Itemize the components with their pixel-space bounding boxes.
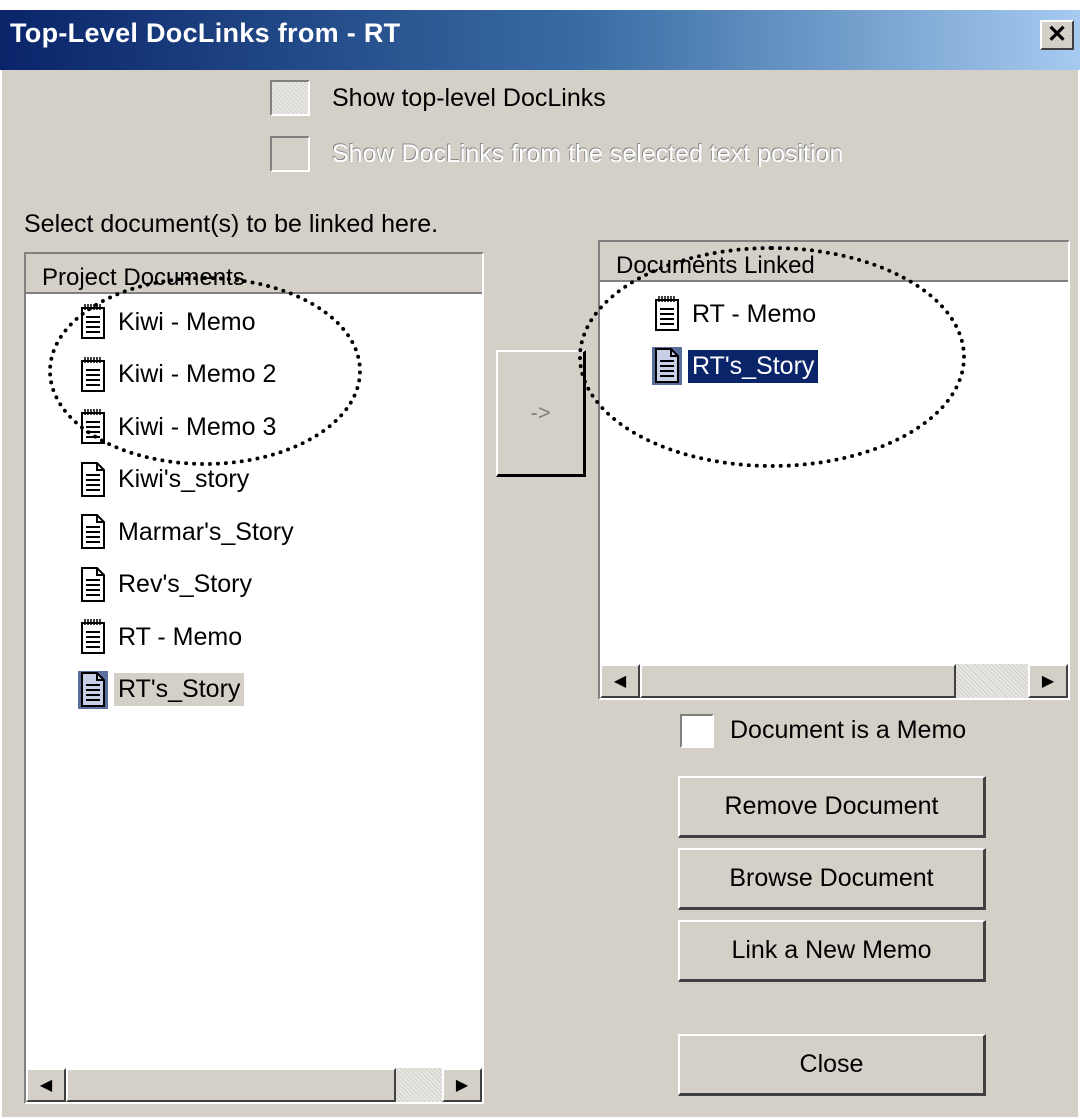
document-icon [81, 514, 105, 549]
list-item[interactable]: RT - Memo [78, 615, 246, 659]
scroll-left-button[interactable]: ◀ [600, 664, 640, 698]
document-icon [81, 461, 105, 497]
memo-icon [81, 356, 105, 392]
list-item-label: Kiwi - Memo 2 [118, 360, 277, 388]
close-window-button[interactable]: ✕ [1040, 20, 1074, 50]
scroll-thumb[interactable] [640, 664, 956, 698]
list-item-label: RT - Memo [692, 299, 817, 328]
linked-list-scrollbar[interactable]: ◀ ▶ [600, 664, 1068, 698]
document-icon [652, 347, 682, 385]
project-list-scrollbar[interactable]: ◀ ▶ [26, 1068, 482, 1102]
show-top-level-checkbox[interactable] [270, 80, 310, 116]
browse-document-button[interactable]: Browse Document [678, 848, 986, 910]
link-new-memo-button[interactable]: Link a New Memo [678, 920, 986, 982]
list-item-label: RT's_Story [114, 673, 245, 706]
document-icon [81, 566, 105, 602]
list-item-label: Kiwi's_story [118, 465, 250, 493]
list-item[interactable]: Kiwi - Memo 3 [78, 405, 280, 449]
show-top-level-label: Show top-level DocLinks [332, 84, 606, 112]
scroll-right-icon: ▶ [455, 1077, 469, 1094]
list-item-label: RT - Memo [118, 622, 243, 651]
list-item[interactable]: Kiwi - Memo 2 [78, 353, 280, 397]
documents-linked-header[interactable]: Documents Linked [600, 242, 1068, 282]
show-from-position-label: Show DocLinks from the selected text pos… [332, 140, 844, 168]
arrow-right-icon: -> [530, 400, 551, 425]
show-from-position-checkbox [270, 136, 310, 172]
close-button[interactable]: Close [678, 1034, 986, 1096]
list-item[interactable]: Kiwi's_story [78, 458, 253, 502]
project-documents-list[interactable]: Project Documents Kiwi - Memo Kiwi - Memo… [24, 252, 484, 1104]
scroll-right-icon: ▶ [1041, 673, 1055, 690]
memo-icon [81, 619, 105, 654]
scroll-thumb[interactable] [66, 1068, 396, 1102]
list-item-label: RT's_Story [688, 349, 819, 383]
list-item-label: Marmar's_Story [118, 517, 294, 546]
window-title: Top-Level DocLinks from - RT [10, 18, 401, 48]
top-edge-strip [0, 0, 1080, 10]
memo-icon [81, 409, 105, 444]
close-icon: ✕ [1046, 21, 1068, 48]
documents-linked-list[interactable]: Documents Linked RT - Memo RT's_Story ◀ ▶ [598, 240, 1070, 700]
document-is-memo-checkbox[interactable] [680, 714, 714, 748]
list-item-label: Kiwi - Memo [118, 307, 256, 336]
list-item[interactable]: Kiwi - Memo [78, 300, 260, 344]
scroll-left-icon: ◀ [39, 1077, 53, 1094]
scroll-left-button[interactable]: ◀ [26, 1068, 66, 1102]
scroll-right-button[interactable]: ▶ [442, 1068, 482, 1102]
list-item-label: Kiwi - Memo 3 [118, 412, 277, 441]
scroll-right-button[interactable]: ▶ [1028, 664, 1068, 698]
list-item[interactable]: RT - Memo [652, 292, 820, 336]
list-item[interactable]: RT's_Story [78, 668, 245, 712]
document-is-memo-label: Document is a Memo [730, 716, 967, 744]
add-to-linked-button[interactable]: -> [496, 350, 586, 477]
list-item-label: Rev's_Story [118, 570, 252, 598]
remove-document-button[interactable]: Remove Document [678, 776, 986, 838]
instruction-text: Select document(s) to be linked here. [24, 210, 439, 238]
document-icon [78, 670, 108, 709]
list-item[interactable]: Rev's_Story [78, 563, 256, 607]
memo-icon [81, 304, 105, 339]
memo-icon [655, 296, 679, 331]
list-item[interactable]: Marmar's_Story [78, 510, 298, 554]
list-item[interactable]: RT's_Story [652, 344, 819, 388]
scroll-left-icon: ◀ [613, 673, 627, 690]
project-documents-header[interactable]: Project Documents [26, 254, 482, 294]
